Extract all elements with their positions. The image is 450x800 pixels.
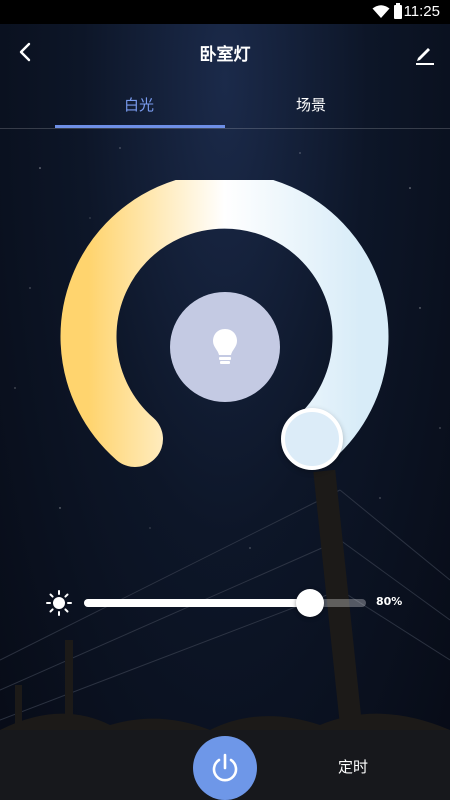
power-button[interactable] [193,736,257,800]
status-time: 11:25 [403,3,440,20]
bulb-preview [170,292,280,402]
app-header: 卧室灯 [0,24,450,80]
brightness-row: 80% [0,582,450,622]
wifi-icon [372,5,390,18]
power-icon [212,753,238,782]
status-bar: 11:25 [0,0,450,24]
brightness-slider[interactable] [84,589,366,617]
tab-scene[interactable]: 场景 [296,94,326,115]
page-title: 卧室灯 [199,45,251,65]
timer-button[interactable]: 定时 [338,756,368,777]
brightness-slider-thumb[interactable] [296,589,324,617]
battery-icon [394,3,402,19]
tab-bar: 白光 场景 [0,80,450,129]
tab-indicator [55,125,225,128]
brightness-value: 80% [376,595,403,608]
edit-icon[interactable] [408,36,440,68]
brightness-icon [46,590,72,616]
dial-handle[interactable] [281,408,343,470]
brightness-slider-fill [84,599,310,607]
bulb-icon [213,329,237,364]
tab-white-light[interactable]: 白光 [124,94,154,115]
